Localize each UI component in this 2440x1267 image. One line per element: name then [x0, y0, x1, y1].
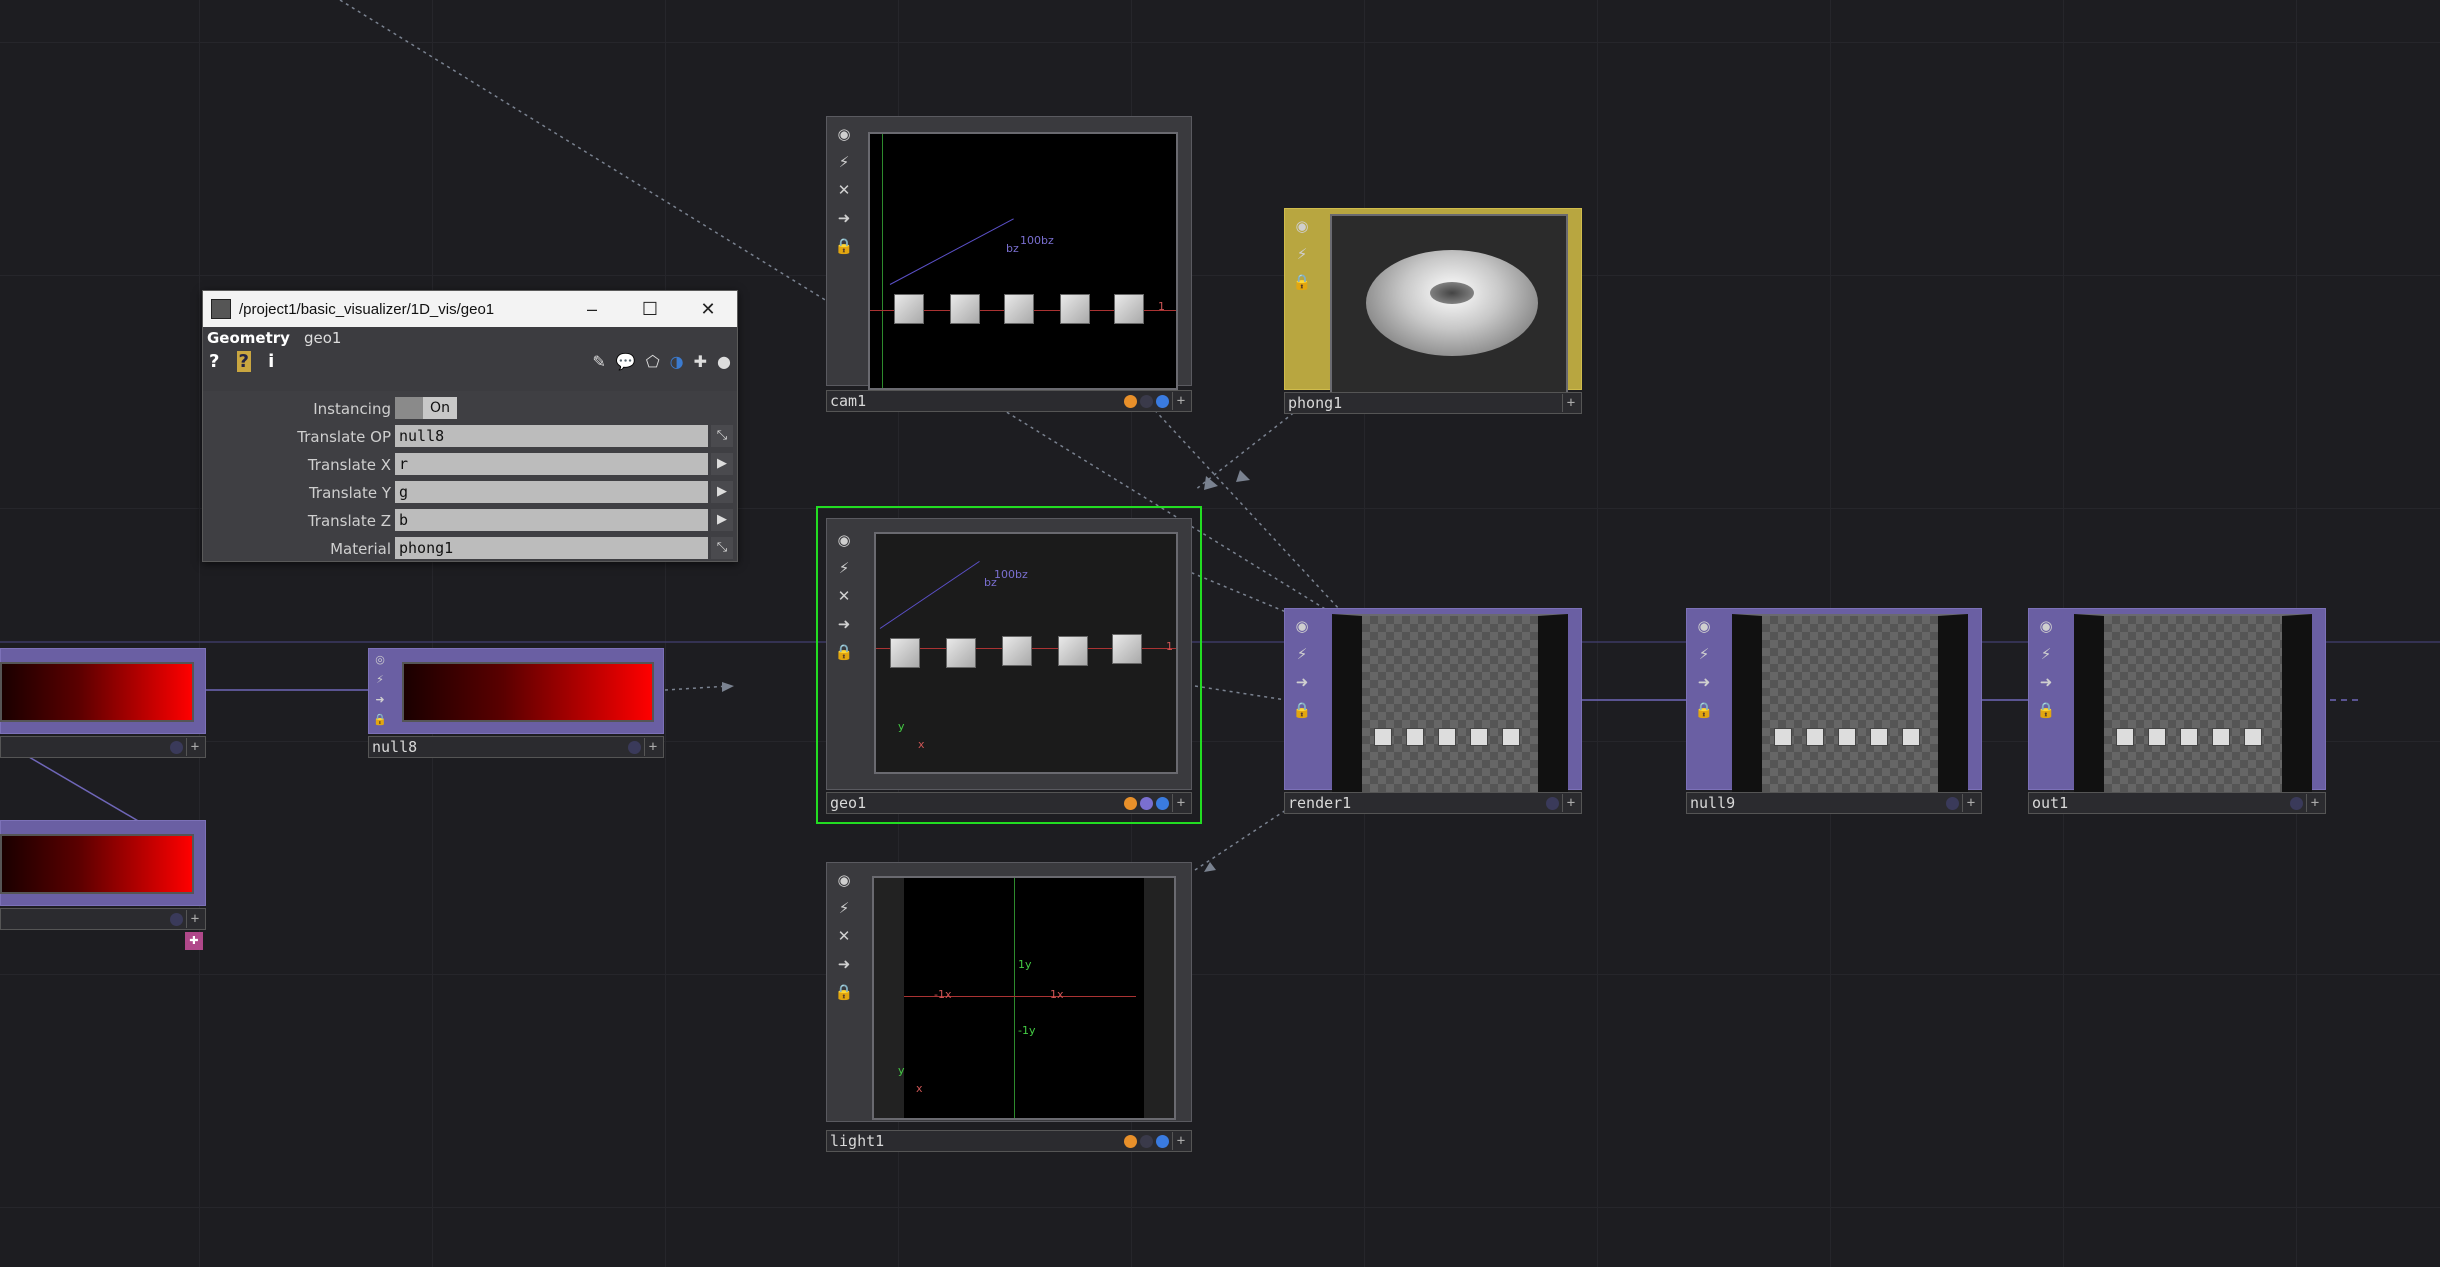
material-viewer	[1330, 214, 1568, 408]
viewer-icon[interactable]: ◉	[2036, 616, 2056, 636]
lock-icon[interactable]: 🔒	[2036, 700, 2056, 720]
viewer-icon[interactable]: ◎	[370, 650, 390, 668]
bypass-icon[interactable]: ⚡	[2036, 644, 2056, 664]
translate-y-field[interactable]: g	[395, 481, 708, 503]
maximize-icon[interactable]: ☐	[621, 299, 679, 320]
op-browse-icon[interactable]: ⤡	[711, 425, 733, 447]
viewer-icon[interactable]: ◉	[834, 124, 854, 144]
parameter-dialog[interactable]: /project1/basic_visualizer/1D_vis/geo1 –…	[202, 290, 738, 562]
lock-icon[interactable]: 🔒	[834, 236, 854, 256]
bypass-icon[interactable]: ⚡	[1292, 244, 1312, 264]
material-field[interactable]: phong1	[395, 537, 708, 559]
bypass-icon[interactable]: ⚡	[370, 670, 390, 688]
delete-icon[interactable]: ✕	[834, 926, 854, 946]
op-browse-icon[interactable]: ⤡	[711, 537, 733, 559]
op-header: Geometry geo1	[203, 327, 737, 349]
arrow-icon[interactable]: ➜	[2036, 672, 2056, 692]
node-light1[interactable]: ◉ ⚡ ✕ ➜ 🔒 1y -1y -1x 1x y x light1 +	[826, 862, 1192, 1160]
tag-icon[interactable]: ⬠	[646, 352, 660, 371]
param-instancing: Instancing On	[203, 397, 737, 421]
lock-icon[interactable]: 🔒	[1292, 272, 1312, 292]
param-translate-y: Translate Y g ▶	[203, 481, 737, 505]
info-icon[interactable]: i	[268, 351, 274, 372]
node-null9[interactable]: ◉ ⚡ ➜ 🔒 null9 +	[1686, 608, 1982, 816]
chop-gradient-viewer	[402, 662, 654, 722]
viewer-icon[interactable]: ◉	[834, 870, 854, 890]
pencil-icon[interactable]: ✎	[592, 352, 605, 371]
arrow-icon[interactable]: ➜	[834, 954, 854, 974]
node-render1[interactable]: ◉ ⚡ ➜ 🔒 render1 +	[1284, 608, 1582, 816]
node-phong1[interactable]: ◉ ⚡ 🔒 phong1 +	[1284, 208, 1582, 414]
chop-gradient-viewer	[0, 662, 194, 722]
param-material: Material phong1 ⤡	[203, 537, 737, 561]
light-viewer: 1y -1y -1x 1x y x	[872, 876, 1176, 1120]
chop-gradient-viewer	[0, 834, 194, 894]
help-icon[interactable]: ?	[209, 351, 219, 372]
lock-icon[interactable]: 🔒	[370, 710, 390, 728]
translate-x-field[interactable]: r	[395, 453, 708, 475]
app-icon	[211, 299, 231, 319]
render-viewer	[1332, 614, 1568, 810]
bypass-icon[interactable]: ⚡	[1292, 644, 1312, 664]
menu-arrow-icon[interactable]: ▶	[711, 481, 733, 503]
close-icon[interactable]: ✕	[679, 299, 737, 320]
arrow-icon[interactable]: ➜	[370, 690, 390, 708]
minimize-icon[interactable]: –	[563, 299, 621, 320]
geo-viewer: 100bz bz 1 y x	[874, 532, 1178, 774]
param-translate-x: Translate X r ▶	[203, 453, 737, 477]
op-type: Geometry	[207, 329, 290, 347]
lock-icon[interactable]: 🔒	[834, 982, 854, 1002]
node-geo1[interactable]: ◉ ⚡ ✕ ➜ 🔒 100bz bz 1 y x geo1 +	[816, 506, 1202, 824]
viewer-icon[interactable]: ◉	[1694, 616, 1714, 636]
arrow-icon[interactable]: ➜	[1292, 672, 1312, 692]
camera-viewer: 100bz bz 1	[868, 132, 1178, 390]
param-translate-z: Translate Z b ▶	[203, 509, 737, 533]
network-editor[interactable]: + + ✚ ◎ ⚡ ➜ 🔒 null8 + ◉ ⚡ ✕ ➜ 🔒 100bz bz…	[0, 0, 2440, 1267]
circle-icon[interactable]: ●	[717, 352, 731, 371]
delete-icon[interactable]: ✕	[834, 586, 854, 606]
lock-icon[interactable]: 🔒	[1292, 700, 1312, 720]
add-icon[interactable]: ✚	[694, 352, 707, 371]
out1-viewer	[2074, 614, 2312, 810]
node-out1[interactable]: ◉ ⚡ ➜ 🔒 out1 +	[2028, 608, 2326, 816]
params-panel: Instancing On Translate OP null8 ⤡ Trans…	[203, 391, 737, 561]
translate-z-field[interactable]: b	[395, 509, 708, 531]
bypass-icon[interactable]: ⚡	[1694, 644, 1714, 664]
bypass-icon[interactable]: ⚡	[834, 898, 854, 918]
flag-blue	[1156, 394, 1169, 408]
dialog-titlebar[interactable]: /project1/basic_visualizer/1D_vis/geo1 –…	[203, 291, 737, 327]
op-name[interactable]: geo1	[304, 329, 341, 347]
left-chop-node-bottom[interactable]: + ✚	[0, 820, 206, 950]
instancing-toggle[interactable]: On	[395, 397, 457, 419]
bypass-icon[interactable]: ⚡	[834, 558, 854, 578]
node-cam1[interactable]: ◉ ⚡ ✕ ➜ 🔒 100bz bz 1 cam1 +	[826, 116, 1192, 414]
menu-arrow-icon[interactable]: ▶	[711, 453, 733, 475]
node-null8[interactable]: ◎ ⚡ ➜ 🔒 null8 +	[368, 648, 664, 758]
arrow-icon[interactable]: ➜	[834, 614, 854, 634]
python-help-icon[interactable]: ?	[236, 350, 251, 372]
menu-arrow-icon[interactable]: ▶	[711, 509, 733, 531]
arrow-icon[interactable]: ➜	[834, 208, 854, 228]
viewer-icon[interactable]: ◉	[1292, 216, 1312, 236]
viewer-icon[interactable]: ◉	[1292, 616, 1312, 636]
dialog-toolbar: ? ? i ✎ 💬 ⬠ ◑ ✚ ●	[203, 349, 737, 373]
comment-icon[interactable]: 💬	[616, 352, 636, 371]
export-icon[interactable]: ✚	[185, 932, 203, 950]
bypass-icon[interactable]: ⚡	[834, 152, 854, 172]
left-chop-node-top[interactable]: +	[0, 648, 206, 758]
arrow-icon[interactable]: ➜	[1694, 672, 1714, 692]
lock-icon[interactable]: 🔒	[1694, 700, 1714, 720]
translate-op-field[interactable]: null8	[395, 425, 708, 447]
flag-orange	[1124, 394, 1137, 408]
dialog-title: /project1/basic_visualizer/1D_vis/geo1	[239, 300, 495, 318]
lock-icon[interactable]: 🔒	[834, 642, 854, 662]
null9-viewer	[1732, 614, 1968, 810]
python-icon[interactable]: ◑	[670, 352, 684, 371]
delete-icon[interactable]: ✕	[834, 180, 854, 200]
param-translate-op: Translate OP null8 ⤡	[203, 425, 737, 449]
viewer-icon[interactable]: ◉	[834, 530, 854, 550]
